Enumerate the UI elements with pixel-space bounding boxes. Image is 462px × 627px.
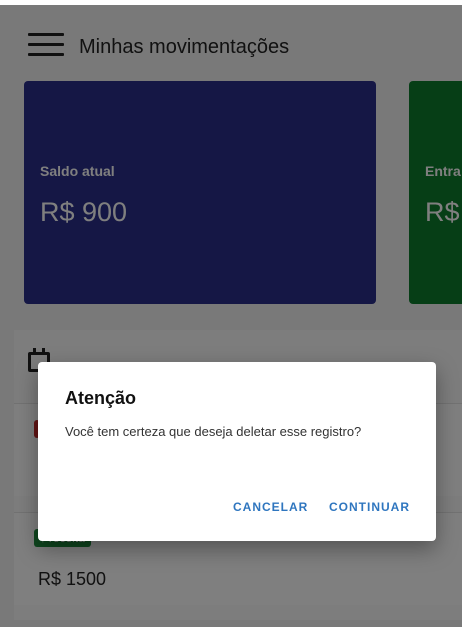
- continue-button[interactable]: CONTINUAR: [329, 500, 410, 514]
- dialog-message: Você tem certeza que deseja deletar esse…: [65, 424, 362, 439]
- app-screen: Minhas movimentações Saldo atual R$ 900 …: [0, 0, 462, 627]
- cancel-button[interactable]: CANCELAR: [233, 500, 308, 514]
- confirm-delete-dialog: Atenção Você tem certeza que deseja dele…: [38, 362, 436, 541]
- dialog-title: Atenção: [65, 388, 137, 408]
